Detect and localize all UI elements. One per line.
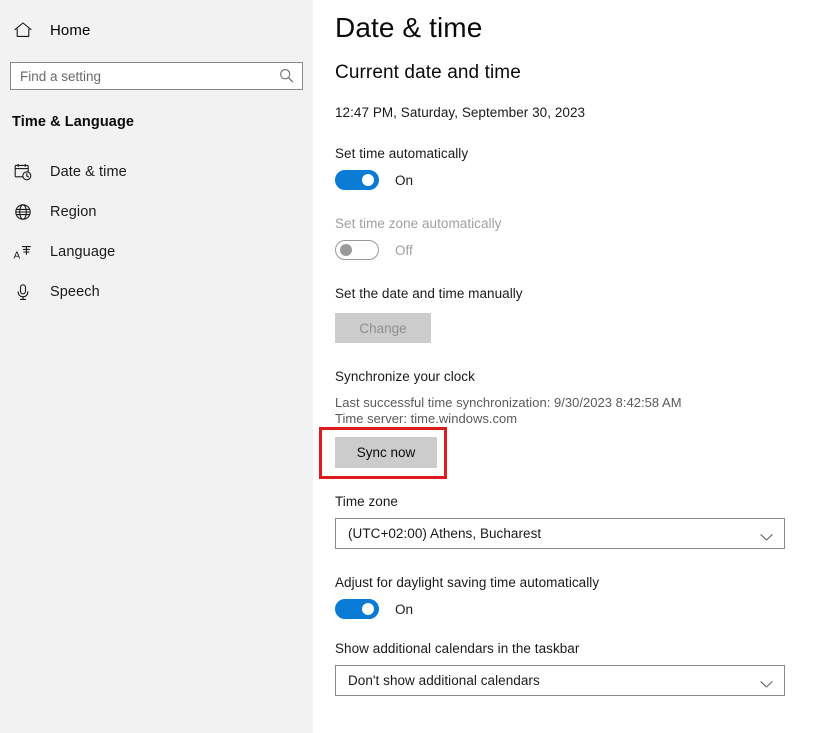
language-icon: A <box>12 241 34 263</box>
page-title: Date & time <box>335 12 821 44</box>
additional-calendars-selected-value: Don't show additional calendars <box>348 673 540 688</box>
set-time-automatically-toggle[interactable] <box>335 170 379 190</box>
sidebar-section-title: Time & Language <box>0 114 313 130</box>
sidebar-item-label: Speech <box>50 284 100 300</box>
sidebar-item-speech[interactable]: Speech <box>0 272 313 312</box>
set-timezone-automatically-row: Off <box>335 240 821 260</box>
time-server-text: Time server: time.windows.com <box>335 411 821 427</box>
sidebar-nav: Date & time Region A <box>0 152 313 312</box>
microphone-icon <box>12 281 34 303</box>
current-date-time-value: 12:47 PM, Saturday, September 30, 2023 <box>335 105 821 120</box>
daylight-saving-row: On <box>335 599 821 619</box>
additional-calendars-dropdown[interactable]: Don't show additional calendars <box>335 665 785 696</box>
toggle-knob <box>362 174 374 186</box>
main-content: Date & time Current date and time 12:47 … <box>313 0 821 733</box>
daylight-saving-state: On <box>395 602 413 617</box>
settings-window: Home Time & Language <box>0 0 821 733</box>
set-time-automatically-state: On <box>395 173 413 188</box>
time-zone-dropdown[interactable]: (UTC+02:00) Athens, Bucharest <box>335 518 785 549</box>
home-icon <box>12 19 34 41</box>
time-zone-selected-value: (UTC+02:00) Athens, Bucharest <box>348 526 541 541</box>
toggle-knob <box>362 603 374 615</box>
time-zone-label: Time zone <box>335 494 821 509</box>
svg-text:A: A <box>14 251 21 262</box>
sidebar-item-home[interactable]: Home <box>0 10 313 50</box>
chevron-down-icon <box>760 676 773 685</box>
sidebar-item-label: Date & time <box>50 164 127 180</box>
set-time-automatically-row: On <box>335 170 821 190</box>
last-sync-text: Last successful time synchronization: 9/… <box>335 395 821 411</box>
sidebar: Home Time & Language <box>0 0 313 733</box>
calendar-clock-icon <box>12 161 34 183</box>
current-date-time-heading: Current date and time <box>335 62 821 84</box>
sidebar-home-label: Home <box>50 22 90 39</box>
sidebar-item-region[interactable]: Region <box>0 192 313 232</box>
toggle-knob <box>340 244 352 256</box>
daylight-saving-label: Adjust for daylight saving time automati… <box>335 575 821 590</box>
sync-now-container: Sync now <box>335 437 437 468</box>
synchronize-heading: Synchronize your clock <box>335 369 821 384</box>
set-timezone-automatically-state: Off <box>395 243 413 258</box>
sidebar-item-label: Language <box>50 244 115 260</box>
change-button[interactable]: Change <box>335 313 431 343</box>
search-container <box>10 62 303 90</box>
set-manually-label: Set the date and time manually <box>335 286 821 301</box>
globe-icon <box>12 201 34 223</box>
sidebar-item-date-time[interactable]: Date & time <box>0 152 313 192</box>
chevron-down-icon <box>760 529 773 538</box>
sync-now-button[interactable]: Sync now <box>335 437 437 468</box>
additional-calendars-label: Show additional calendars in the taskbar <box>335 641 821 656</box>
search-input[interactable] <box>10 62 303 90</box>
daylight-saving-toggle[interactable] <box>335 599 379 619</box>
sidebar-item-language[interactable]: A Language <box>0 232 313 272</box>
set-time-automatically-label: Set time automatically <box>335 146 821 161</box>
sidebar-item-label: Region <box>50 204 97 220</box>
set-timezone-automatically-label: Set time zone automatically <box>335 216 821 231</box>
set-timezone-automatically-toggle[interactable] <box>335 240 379 260</box>
